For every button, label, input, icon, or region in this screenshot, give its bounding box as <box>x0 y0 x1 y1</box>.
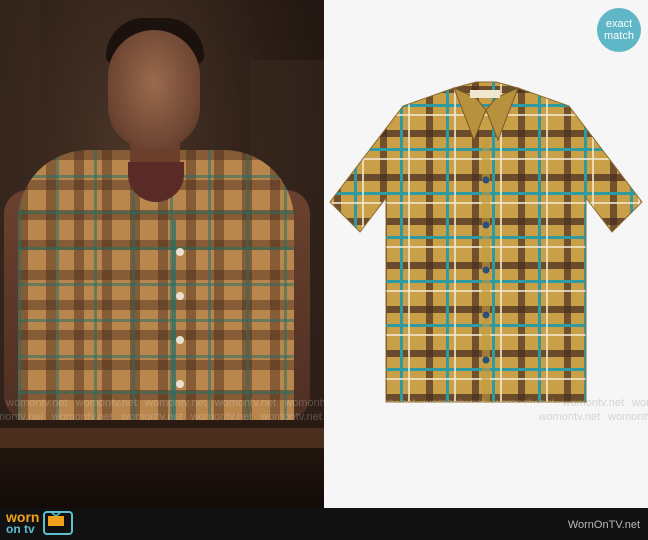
badge-line-1: exact <box>605 18 633 30</box>
badge-line-2: match <box>604 30 634 42</box>
shirt-label <box>470 90 500 98</box>
actor-photo <box>0 0 324 508</box>
shirt-button <box>176 248 184 256</box>
shirt-button <box>176 380 184 388</box>
watermark-text: womontv.net <box>492 397 555 409</box>
watermark-text: womontv.net <box>145 397 207 409</box>
watermark-text: womontv.net <box>75 397 138 409</box>
footer-bar <box>0 508 648 540</box>
shirt-button <box>176 336 184 344</box>
outfit-collage: exact match womontv.net womontv.net womont… <box>0 0 648 540</box>
watermark-text: womontv.net <box>214 397 277 409</box>
wood-rail <box>0 428 324 448</box>
watermark-text: womontv.net <box>423 397 485 409</box>
watermark-text: womontv.net <box>190 411 253 423</box>
watermark-text: womontv.net <box>329 411 392 423</box>
shirt-button <box>482 221 490 229</box>
watermark-text: womontv.net <box>562 397 625 409</box>
watermark-text: womontv.net <box>260 411 322 423</box>
logo-ontv: on tv <box>6 522 35 536</box>
watermark-text: womontv.net <box>51 411 114 423</box>
shirt-button <box>482 176 490 184</box>
watermark-row: womontv.net womontv.net womontv.net womontv… <box>0 396 648 426</box>
watermark-text: womontv.net <box>399 411 461 423</box>
watermark-text: womontv.net <box>632 397 648 409</box>
watermark-line: womontv.net womontv.net womontv.net womontv… <box>6 396 648 410</box>
site-name: WornOnTV.net <box>567 519 640 531</box>
tv-icon <box>43 511 74 535</box>
watermark-line: womontv.net womontv.net womontv.net womontv… <box>0 410 648 424</box>
watermark-text: womontv.net <box>353 397 416 409</box>
logo-text: worn on tv <box>6 510 39 536</box>
watermark-text: womontv.net <box>284 397 346 409</box>
shirt-button <box>482 266 490 274</box>
watermark-text: womontv.net <box>0 411 44 423</box>
product-shirt-image <box>329 81 643 403</box>
site-logo[interactable]: worn on tv <box>6 510 74 536</box>
exact-match-badge: exact match <box>597 8 641 52</box>
watermark-text: womontv.net <box>6 397 68 409</box>
watermark-text: womontv.net <box>538 411 601 423</box>
face <box>108 30 200 148</box>
shirt-button <box>176 292 184 300</box>
shirt-button <box>482 356 490 364</box>
shirt-button <box>482 311 490 319</box>
watermark-text: womontv.net <box>608 411 648 423</box>
watermark-text: womontv.net <box>468 411 531 423</box>
watermark-text: womontv.net <box>121 411 183 423</box>
